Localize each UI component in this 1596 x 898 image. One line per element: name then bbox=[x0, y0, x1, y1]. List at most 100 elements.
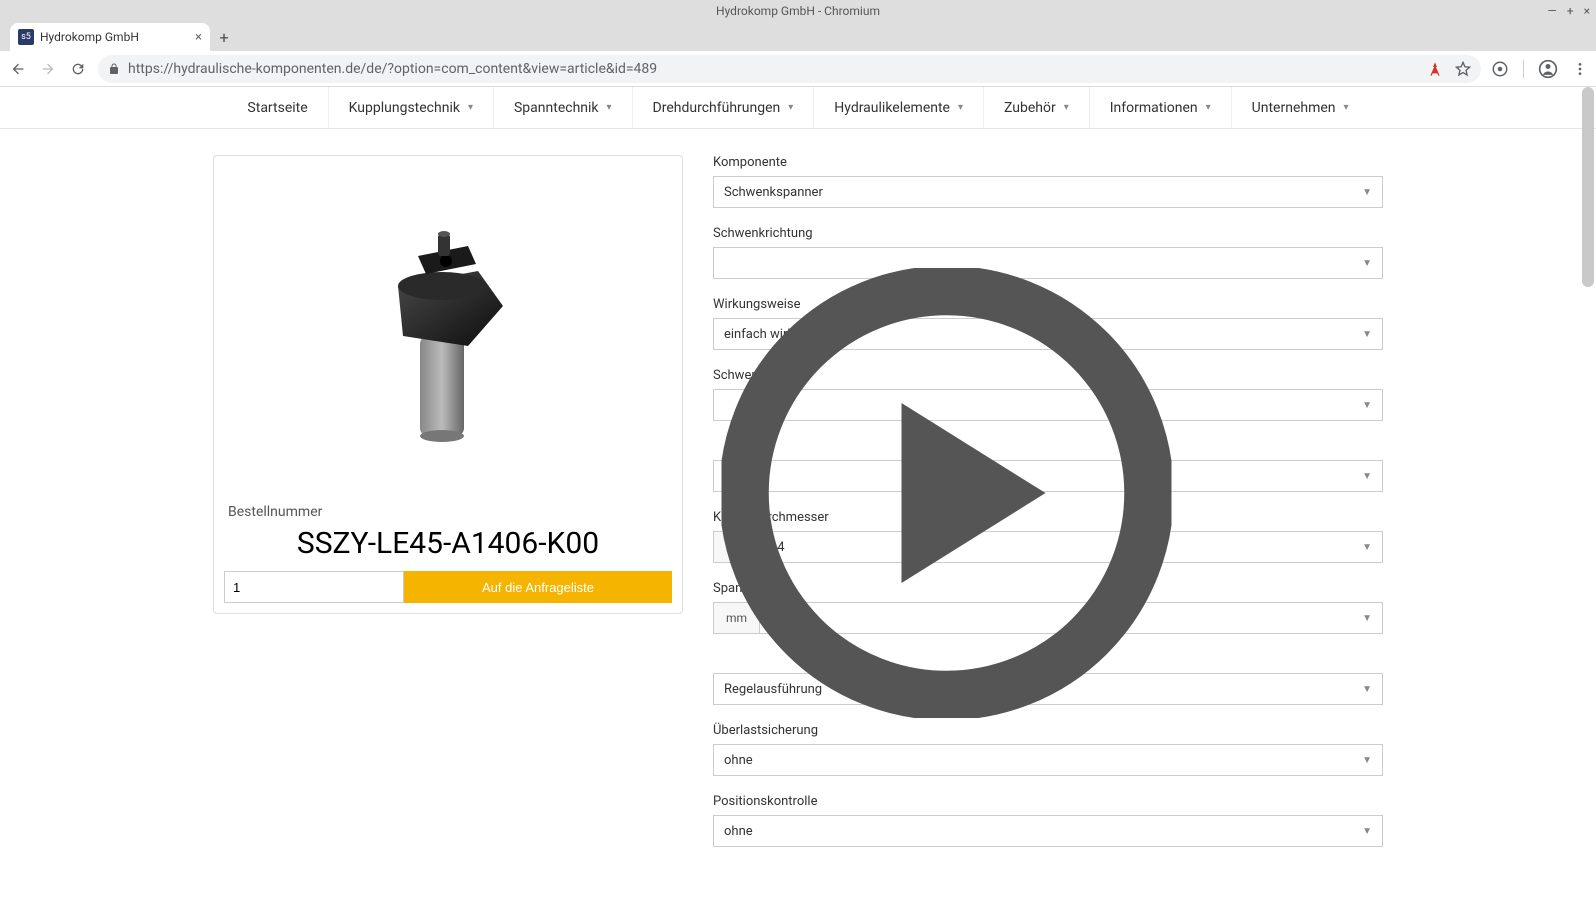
select-schwenkwinkel[interactable]: ▼ bbox=[713, 389, 1383, 421]
field-label bbox=[713, 652, 1383, 667]
field-label: Kolbendurchmesser bbox=[713, 510, 1383, 525]
nav-item-hydraulikelemente[interactable]: Hydraulikelemente ▾ bbox=[814, 87, 984, 128]
select-value: Regelausführung bbox=[724, 682, 822, 697]
page-viewport: Startseite Kupplungstechnik ▾ Spanntechnik ▾… bbox=[0, 87, 1596, 898]
field-9: Positionskontrolle ohne ▼ bbox=[713, 794, 1383, 847]
translate-icon[interactable] bbox=[1427, 61, 1443, 77]
field-1: Schwenkrichtung▼ bbox=[713, 226, 1383, 279]
chevron-down-icon: ▼ bbox=[1362, 329, 1372, 340]
product-image bbox=[224, 166, 672, 496]
field-8: Überlastsicherung ohne ▼ bbox=[713, 723, 1383, 776]
nav-item-kupplungstechnik[interactable]: Kupplungstechnik ▾ bbox=[329, 87, 494, 128]
favicon-icon: s5 bbox=[18, 29, 34, 45]
nav-item-spanntechnik[interactable]: Spanntechnik ▾ bbox=[494, 87, 633, 128]
select-value: Schwenkspanner bbox=[724, 185, 823, 200]
address-bar[interactable]: https://hydraulische-komponenten.de/de/?… bbox=[98, 55, 1481, 83]
nav-label: Zubehör bbox=[1004, 100, 1056, 116]
field-5: Kolbendurchmesser mm14 ▼ bbox=[713, 510, 1383, 563]
new-tab-button[interactable]: + bbox=[210, 23, 238, 51]
nav-item-unternehmen[interactable]: Unternehmen ▾ bbox=[1232, 87, 1369, 128]
tab-title: Hydrokomp GmbH bbox=[40, 30, 189, 44]
unit-label: mm bbox=[714, 532, 760, 562]
field-6: Spannhub mm6 ▼ bbox=[713, 581, 1383, 634]
chevron-down-icon: ▾ bbox=[1206, 102, 1211, 113]
bookmark-icon[interactable] bbox=[1455, 61, 1471, 77]
profile-icon[interactable] bbox=[1538, 59, 1558, 79]
nav-label: Hydraulikelemente bbox=[834, 100, 950, 116]
select-wirkungsweise[interactable]: einfach wirkend ▼ bbox=[713, 318, 1383, 350]
tab-strip: s5 Hydrokomp GmbH × + bbox=[0, 21, 1596, 51]
add-to-request-button[interactable]: Auf die Anfrageliste bbox=[404, 571, 672, 603]
chevron-down-icon: ▼ bbox=[1362, 684, 1372, 695]
select-schwenkrichtung[interactable]: ▼ bbox=[713, 247, 1383, 279]
config-form: KomponenteSchwenkspanner▼Schwenkrichtung… bbox=[713, 155, 1383, 865]
field-label: Positionskontrolle bbox=[713, 794, 1383, 809]
nav-label: Kupplungstechnik bbox=[349, 100, 460, 116]
chevron-down-icon: ▾ bbox=[468, 102, 473, 113]
field-2: Wirkungsweise einfach wirkend ▼ bbox=[713, 297, 1383, 350]
chevron-down-icon: ▼ bbox=[1362, 755, 1372, 766]
chevron-down-icon: ▼ bbox=[1362, 613, 1372, 624]
chevron-down-icon: ▾ bbox=[1344, 102, 1349, 113]
select-kolbendurchmesser[interactable]: mm14 ▼ bbox=[713, 531, 1383, 563]
nav-label: Unternehmen bbox=[1252, 100, 1336, 116]
close-tab-icon[interactable]: × bbox=[195, 30, 202, 45]
chevron-down-icon: ▼ bbox=[1362, 471, 1372, 482]
nav-item-zubehör[interactable]: Zubehör ▾ bbox=[984, 87, 1090, 128]
select-value: einfach wirkend bbox=[724, 327, 815, 342]
field-label: Überlastsicherung bbox=[713, 723, 1383, 738]
chevron-down-icon: ▾ bbox=[958, 102, 963, 113]
forward-button[interactable] bbox=[38, 59, 58, 79]
main-nav: Startseite Kupplungstechnik ▾ Spanntechnik ▾… bbox=[0, 87, 1596, 129]
field-label: Wirkungsweise bbox=[713, 297, 1383, 312]
scroll-thumb[interactable] bbox=[1582, 87, 1594, 287]
browser-toolbar: https://hydraulische-komponenten.de/de/?… bbox=[0, 51, 1596, 87]
chevron-down-icon: ▼ bbox=[1362, 542, 1372, 553]
menu-icon[interactable] bbox=[1572, 61, 1588, 77]
select-komponente[interactable]: Schwenkspanner ▼ bbox=[713, 176, 1383, 208]
window-title: Hydrokomp GmbH - Chromium bbox=[716, 4, 880, 18]
vertical-scrollbar[interactable] bbox=[1582, 87, 1594, 898]
field-label: Schwenkwinkel bbox=[713, 368, 1383, 383]
window-close-icon[interactable]: × bbox=[1584, 4, 1590, 18]
chevron-down-icon: ▼ bbox=[1362, 826, 1372, 837]
chevron-down-icon: ▾ bbox=[1064, 102, 1069, 113]
nav-item-startseite[interactable]: Startseite bbox=[227, 87, 328, 128]
select-value: ohne bbox=[724, 753, 753, 768]
reload-button[interactable] bbox=[68, 59, 88, 79]
browser-tab[interactable]: s5 Hydrokomp GmbH × bbox=[10, 23, 210, 51]
extension-icon[interactable] bbox=[1491, 60, 1509, 78]
chevron-down-icon: ▾ bbox=[607, 102, 612, 113]
nav-label: Startseite bbox=[247, 100, 307, 116]
window-minimize-icon[interactable]: — bbox=[1547, 4, 1556, 18]
chevron-down-icon: ▼ bbox=[1362, 258, 1372, 269]
select-überlastsicherung[interactable]: ohne ▼ bbox=[713, 744, 1383, 776]
field-label: Spannhub bbox=[713, 581, 1383, 596]
back-button[interactable] bbox=[8, 59, 28, 79]
lock-icon bbox=[108, 63, 120, 75]
window-titlebar: Hydrokomp GmbH - Chromium — + × bbox=[0, 0, 1596, 21]
select-value: ohne bbox=[724, 824, 753, 839]
select-value: 14 bbox=[760, 540, 785, 555]
order-number-label: Bestellnummer bbox=[224, 504, 672, 520]
quantity-input[interactable] bbox=[224, 571, 404, 603]
product-panel: Bestellnummer SSZY-LE45-A1406-K00 Auf di… bbox=[213, 155, 683, 614]
window-maximize-icon[interactable]: + bbox=[1567, 4, 1574, 18]
nav-label: Informationen bbox=[1110, 100, 1198, 116]
nav-label: Spanntechnik bbox=[514, 100, 599, 116]
select-field-7[interactable]: Regelausführung ▼ bbox=[713, 673, 1383, 705]
unit-label: mm bbox=[714, 603, 760, 633]
select-field-4[interactable]: ▼ bbox=[713, 460, 1383, 492]
field-0: Komponente Schwenkspanner ▼ bbox=[713, 155, 1383, 208]
chevron-down-icon: ▾ bbox=[788, 102, 793, 113]
url-text: https://hydraulische-komponenten.de/de/?… bbox=[128, 61, 1419, 77]
chevron-down-icon: ▼ bbox=[1362, 400, 1372, 411]
select-positionskontrolle[interactable]: ohne ▼ bbox=[713, 815, 1383, 847]
separator bbox=[1523, 60, 1524, 78]
chevron-down-icon: ▼ bbox=[1362, 187, 1372, 198]
nav-item-drehdurchführungen[interactable]: Drehdurchführungen▾ bbox=[633, 87, 815, 128]
select-spannhub[interactable]: mm6 ▼ bbox=[713, 602, 1383, 634]
select-value: 6 bbox=[760, 611, 777, 626]
field-label: Komponente bbox=[713, 155, 1383, 170]
nav-item-informationen[interactable]: Informationen ▾ bbox=[1090, 87, 1232, 128]
